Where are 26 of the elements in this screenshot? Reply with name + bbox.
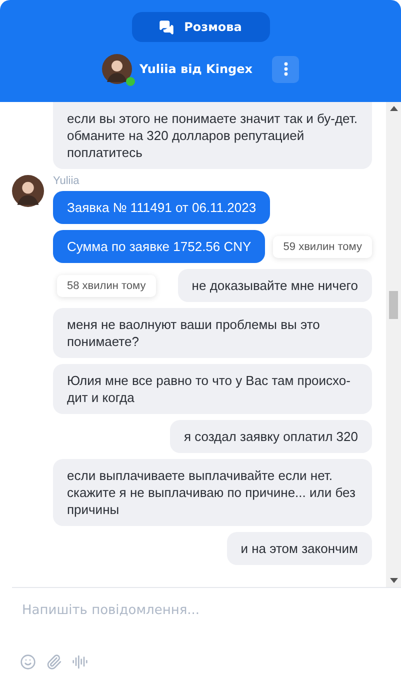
agent-name: Yuliia від Kingex: [140, 62, 252, 76]
audio-waveform-icon[interactable]: [72, 654, 88, 670]
scroll-up-icon[interactable]: [390, 106, 398, 111]
user-message-bubble: Юлия мне все равно то что у Вас там происхо-дит и когда: [53, 364, 372, 414]
agent-message-bubble: Заявка № 111491 от 06.11.2023: [53, 191, 270, 224]
agent-avatar: [102, 54, 132, 84]
user-message-bubble: если вы этого не понимаете значит так и бу-дет. обманите на 320 долларов репутацией поплатитесь: [53, 102, 372, 169]
author-name: Yuliia: [53, 175, 80, 187]
kebab-menu-icon: [284, 62, 288, 76]
user-message-bubble: и на этом закончим: [226, 532, 372, 565]
conversation-tab-button[interactable]: Розмова: [132, 12, 270, 42]
user-message-bubble: я создал заявку оплатил 320: [170, 420, 372, 453]
user-message-bubble: меня не ваолнуют ваши проблемы вы это понимаете?: [53, 308, 372, 358]
scroll-down-icon[interactable]: [390, 578, 398, 583]
user-message-bubble: не доказывайте мне ничего: [178, 269, 372, 302]
scrollbar[interactable]: [386, 102, 401, 587]
time-tooltip: 58 хвилин тому: [57, 274, 156, 296]
paperclip-icon[interactable]: [46, 654, 62, 670]
time-tooltip: 59 хвилин тому: [273, 236, 372, 258]
more-options-button[interactable]: [272, 56, 300, 82]
user-message-bubble: если выплачиваете выплачивайте если нет. скажите я не выплачиваю по причине... или без причины: [53, 459, 372, 526]
emoji-icon[interactable]: [20, 654, 36, 670]
agent-message-bubble: Сумма по заявке 1752.56 CNY: [53, 230, 266, 263]
chat-bubbles-icon: [159, 20, 174, 34]
author-avatar: [12, 175, 44, 207]
scrollbar-thumb[interactable]: [389, 290, 398, 318]
